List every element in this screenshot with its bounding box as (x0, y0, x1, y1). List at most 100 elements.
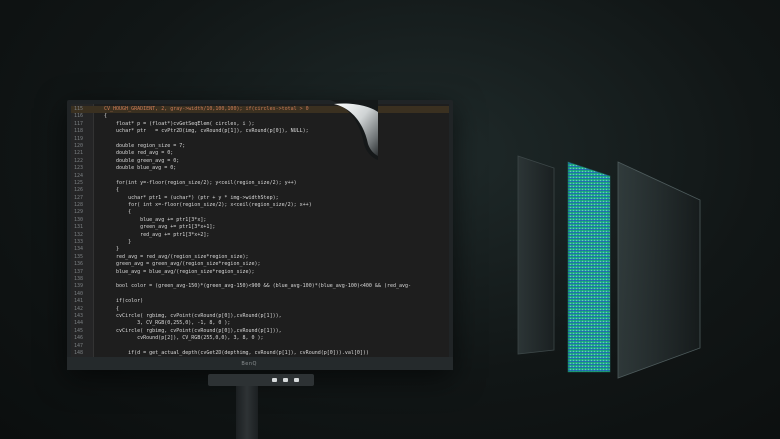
code-line: 129 { (71, 209, 449, 216)
line-number: 139 (74, 283, 84, 290)
code-line: 134 } (71, 246, 449, 253)
line-number: 122 (74, 157, 84, 164)
line-number: 116 (74, 113, 84, 120)
code-text: { (104, 187, 120, 194)
code-line: 125 for(int y=-floor(region_size/2); y<c… (71, 180, 449, 187)
code-line: 128 for( int x=-floor(region_size/2); x<… (71, 202, 449, 209)
code-text: { (104, 209, 132, 216)
pixel-layer (567, 161, 611, 373)
code-text: if(d = get_actual_depth(cvGet2D(depthimg… (104, 349, 369, 356)
code-line: 132 red_avg += ptr1[3*x+2]; (71, 232, 449, 239)
code-line: 133 } (71, 239, 449, 246)
back-layer (517, 155, 555, 355)
code-text: { (104, 113, 108, 120)
code-line: 137 blue_avg = blue_avg/(region_size*reg… (71, 269, 449, 276)
code-line: 139 bool color = (green_avg-150)*(green_… (71, 283, 449, 290)
code-line: 117 float* p = (float*)cvGetSeqElem( cir… (71, 121, 449, 128)
code-text: double blue_avg = 0; (104, 165, 177, 172)
line-number: 134 (74, 246, 84, 253)
monitor-bezel: BenQ (67, 357, 453, 370)
line-number: 145 (74, 327, 84, 334)
code-line: 144 3, CV_RGB(0,255,0), -1, 8, 0 ); (71, 320, 449, 327)
control-button-1[interactable] (272, 378, 277, 382)
line-number: 119 (74, 135, 84, 142)
code-text: red_avg += ptr1[3*x+2]; (104, 231, 210, 238)
code-text: 3, CV_RGB(0,255,0), -1, 8, 0 ); (104, 320, 231, 327)
code-text: red_avg = red_avg/(region_size*region_si… (104, 253, 249, 260)
code-line: 142 { (71, 306, 449, 313)
line-number: 144 (74, 320, 84, 327)
code-text: for( int x=-floor(region_size/2); x<ceil… (104, 202, 312, 209)
code-line: 140 (71, 291, 449, 298)
code-text: double region_size = 7; (104, 142, 186, 149)
line-number: 146 (74, 335, 84, 342)
code-text: double red_avg = 0; (104, 150, 174, 157)
code-text: } (104, 239, 132, 246)
code-text: cvRound(p[2]), CV_RGB(255,0,0), 3, 8, 0 … (104, 335, 264, 342)
code-line: 131 green_avg += ptr1[3*x+1]; (71, 224, 449, 231)
control-button-2[interactable] (283, 378, 288, 382)
code-line: 145 cvCircle( rgbimg, cvPoint(cvRound(p[… (71, 328, 449, 335)
code-text: bool color = (green_avg-150)*(green_avg-… (104, 283, 412, 290)
code-text: { (104, 305, 120, 312)
code-line: 123 double blue_avg = 0; (71, 165, 449, 172)
front-glass-layer (617, 161, 701, 379)
code-line: 119 (71, 136, 449, 143)
code-text: cvCircle( rgbimg, cvPoint(cvRound(p[0]),… (104, 327, 282, 334)
code-line: 148 if(d = get_actual_depth(cvGet2D(dept… (71, 350, 449, 357)
code-text: cvCircle( rgbimg, cvPoint(cvRound(p[0]),… (104, 312, 282, 319)
code-text: float* p = (float*)cvGetSeqElem( circles… (104, 120, 255, 127)
code-line: 120 double region_size = 7; (71, 143, 449, 150)
line-number: 140 (74, 290, 84, 297)
code-line: 115 CV_HOUGH_GRADIENT, 2, gray->width/10,… (71, 106, 449, 114)
code-line: 116 { (71, 113, 449, 120)
line-number: 132 (74, 231, 84, 238)
display-layers-graphic (517, 155, 701, 379)
code-text: for(int y=-floor(region_size/2); y<ceil(… (104, 179, 297, 186)
code-text: blue_avg += ptr1[3*x]; (104, 216, 207, 223)
code-text: blue_avg = blue_avg/(region_size*region_… (104, 268, 255, 275)
code-line: 143 cvCircle( rgbimg, cvPoint(cvRound(p[… (71, 313, 449, 320)
line-number: 133 (74, 239, 84, 246)
line-number: 125 (74, 179, 84, 186)
code-text: uchar* ptr1 = (uchar*) (ptr + y * img->w… (104, 194, 279, 201)
code-line: 127 uchar* ptr1 = (uchar*) (ptr + y * im… (71, 195, 449, 202)
code-text: } (104, 246, 120, 253)
webcam-bar (208, 374, 314, 386)
line-number: 127 (74, 194, 84, 201)
code-text: if(color) (104, 298, 144, 305)
code-line: 121 double red_avg = 0; (71, 150, 449, 157)
control-button-3[interactable] (294, 378, 299, 382)
code-line: 130 blue_avg += ptr1[3*x]; (71, 217, 449, 224)
monitor-screen: 115 CV_HOUGH_GRADIENT, 2, gray->width/10,… (71, 104, 449, 357)
code-line: 135 red_avg = red_avg/(region_size*regio… (71, 254, 449, 261)
line-number: 120 (74, 142, 84, 149)
line-number: 129 (74, 209, 84, 216)
line-number: 121 (74, 150, 84, 157)
line-number: 128 (74, 202, 84, 209)
line-number: 138 (74, 275, 84, 282)
code-line: 147 (71, 343, 449, 350)
code-text: uchar* ptr = cvPtr2D(img, cvRound(p[1]),… (104, 128, 309, 135)
line-number: 135 (74, 253, 84, 260)
line-number: 137 (74, 268, 84, 275)
code-editor: 115 CV_HOUGH_GRADIENT, 2, gray->width/10,… (71, 106, 449, 357)
product-banner: 115 CV_HOUGH_GRADIENT, 2, gray->width/10,… (0, 0, 780, 439)
code-line: 124 (71, 173, 449, 180)
line-number: 123 (74, 165, 84, 172)
code-text: green_avg = green_avg/(region_size*regio… (104, 261, 261, 268)
code-text: CV_HOUGH_GRADIENT, 2, gray->width/10,100… (104, 106, 309, 112)
page-curl-graphic (330, 100, 378, 160)
code-line: 122 double green_avg = 0; (71, 158, 449, 165)
line-number: 115 (74, 106, 84, 112)
line-number: 141 (74, 298, 84, 305)
line-number: 118 (74, 128, 84, 135)
code-text: double green_avg = 0; (104, 157, 180, 164)
line-number: 148 (74, 349, 84, 356)
line-number: 131 (74, 224, 84, 231)
code-line: 146 cvRound(p[2]), CV_RGB(255,0,0), 3, 8… (71, 335, 449, 342)
line-number: 126 (74, 187, 84, 194)
brand-logo: BenQ (241, 361, 257, 367)
code-line: 126 { (71, 187, 449, 194)
line-number: 143 (74, 312, 84, 319)
